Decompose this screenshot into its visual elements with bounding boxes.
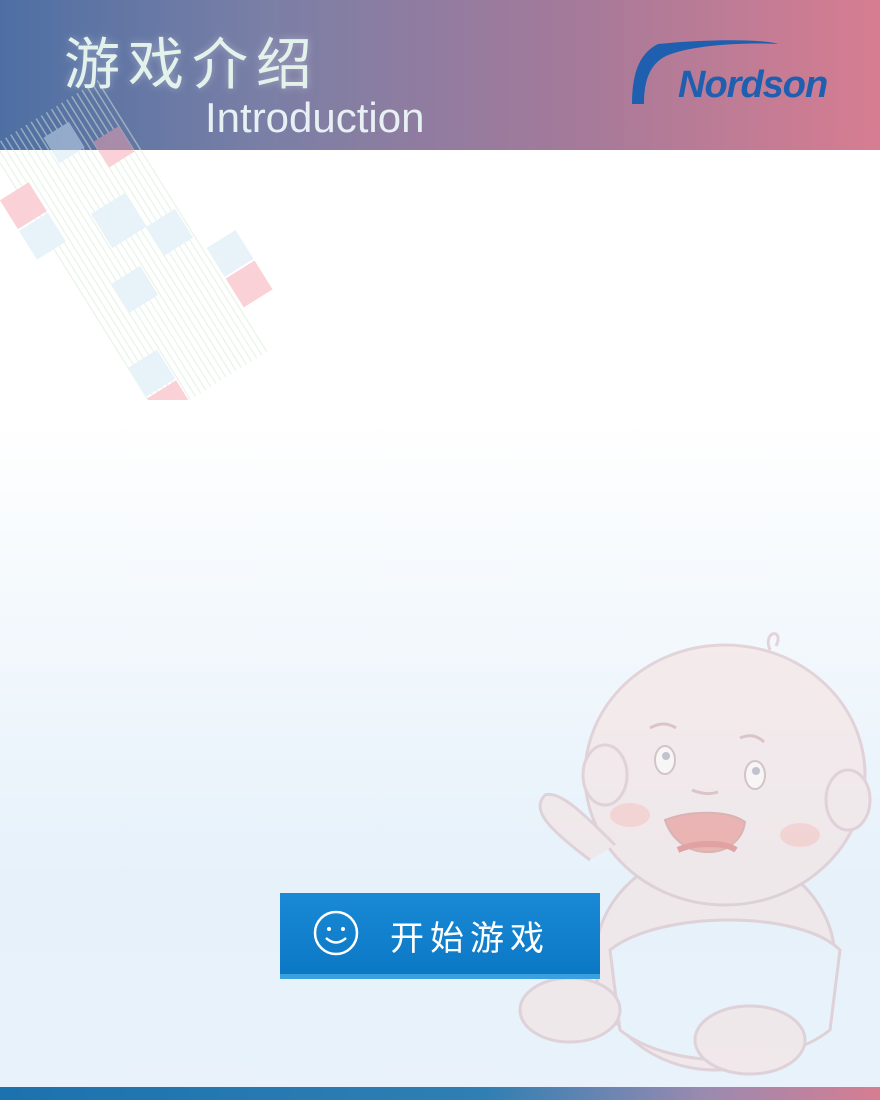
nordson-logo: Nordson (628, 36, 838, 116)
smiley-icon (313, 910, 359, 956)
footer-bar (0, 1087, 880, 1100)
logo-text: Nordson (678, 64, 828, 106)
start-game-button[interactable]: 开始游戏 (280, 893, 600, 979)
decorative-pattern (0, 80, 273, 400)
start-game-label: 开始游戏 (390, 919, 550, 959)
baby-illustration (518, 632, 872, 1076)
